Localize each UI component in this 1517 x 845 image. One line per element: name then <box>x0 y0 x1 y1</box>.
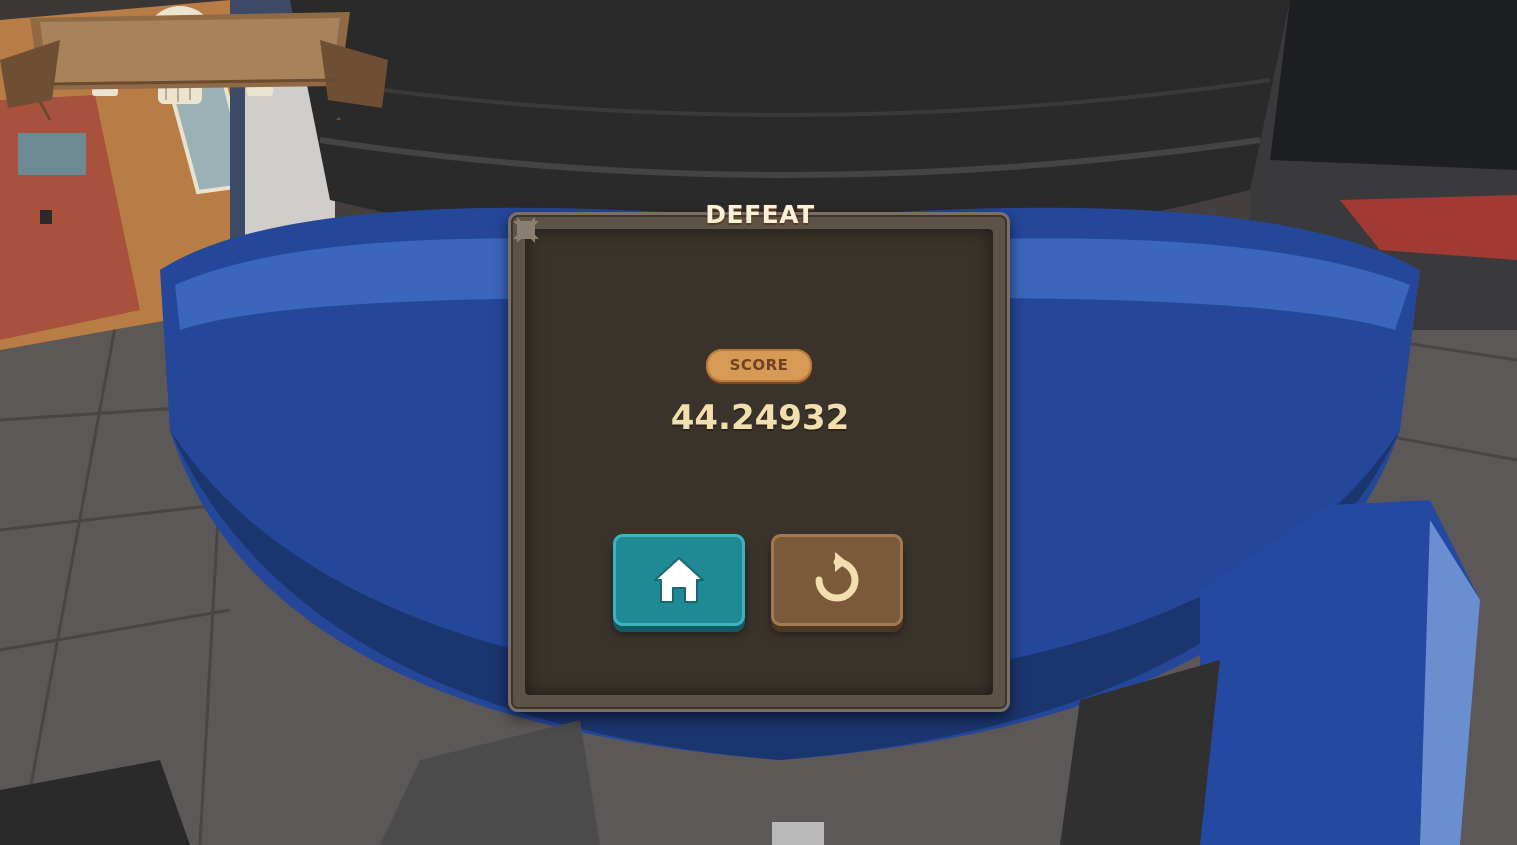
game-scene: DEFEAT SCORE 44.24932 <box>0 0 1517 845</box>
home-icon <box>654 557 704 603</box>
title-banner-icon <box>0 12 388 108</box>
defeat-title: DEFEAT <box>705 200 815 229</box>
restart-button[interactable] <box>771 534 903 626</box>
popup-inner-frame <box>523 227 995 697</box>
score-label-badge: SCORE <box>706 349 812 382</box>
home-button[interactable] <box>613 534 745 626</box>
score-value: 44.24932 <box>670 398 850 438</box>
restart-icon <box>815 552 859 602</box>
corner-ornament-icon <box>513 217 535 239</box>
defeat-popup-panel <box>508 212 1010 712</box>
